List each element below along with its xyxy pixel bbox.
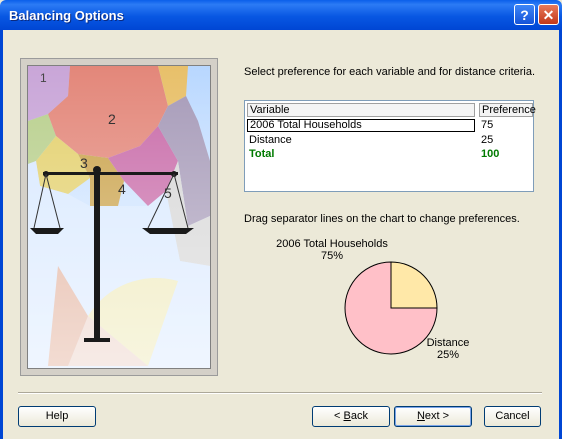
variable-cell[interactable]: Distance xyxy=(247,134,475,147)
region-label: 2 xyxy=(108,111,116,127)
balance-map-illustration: 1 2 3 4 5 xyxy=(28,66,210,368)
next-button[interactable]: Next > xyxy=(394,406,472,427)
window-title: Balancing Options xyxy=(9,8,124,23)
variable-cell[interactable]: 2006 Total Households xyxy=(247,119,475,132)
back-button[interactable]: < Back xyxy=(312,406,390,427)
preference-table: Variable Preference 2006 Total Household… xyxy=(244,100,536,192)
instruction-text: Select preference for each variable and … xyxy=(244,66,536,78)
drag-hint: Drag separator lines on the chart to cha… xyxy=(244,213,520,225)
column-header-preference: Preference xyxy=(479,103,536,117)
preference-cell[interactable]: 75 xyxy=(479,119,533,132)
pie-slice[interactable] xyxy=(390,261,438,309)
pie-label-name: 2006 Total Households xyxy=(276,238,388,250)
total-label: Total xyxy=(249,148,275,160)
cancel-button[interactable]: Cancel xyxy=(484,406,541,427)
window-frame-left xyxy=(0,30,3,439)
region-label: 3 xyxy=(80,155,88,171)
preference-cell[interactable]: 25 xyxy=(479,134,533,147)
preference-pie-chart[interactable] xyxy=(338,255,444,361)
close-icon: ✕ xyxy=(542,7,555,23)
help-button[interactable]: Help xyxy=(18,406,96,427)
region-label: 4 xyxy=(118,181,126,197)
total-value: 100 xyxy=(481,148,500,160)
close-button[interactable]: ✕ xyxy=(538,4,559,25)
title-bar: Balancing Options ? ✕ xyxy=(0,0,562,30)
question-icon: ? xyxy=(520,7,529,23)
region-label: 1 xyxy=(40,71,47,85)
illustration-panel: 1 2 3 4 5 xyxy=(20,58,218,376)
help-title-button[interactable]: ? xyxy=(514,4,535,25)
button-separator xyxy=(18,392,542,394)
column-header-variable: Variable xyxy=(247,103,475,117)
